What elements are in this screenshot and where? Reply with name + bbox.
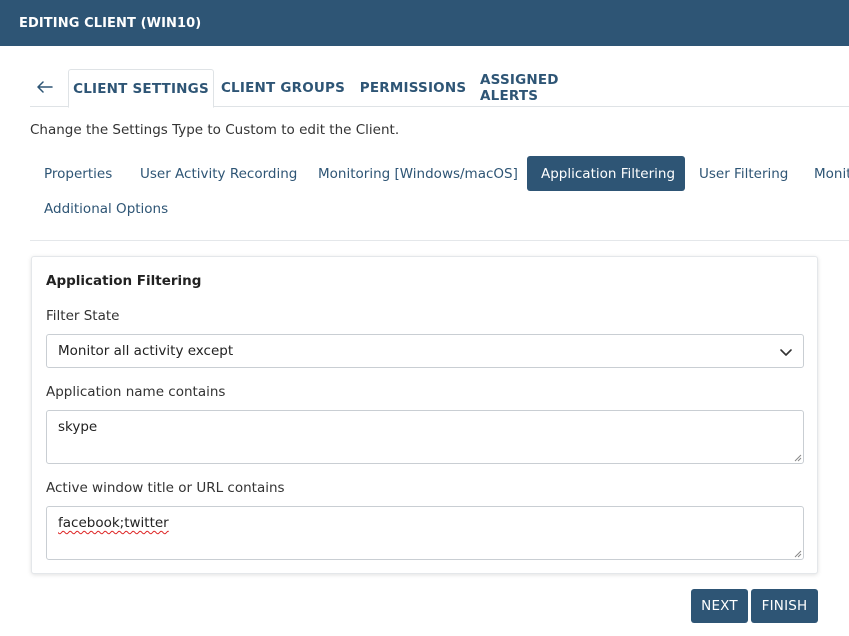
window-title-value: facebook;twitter [58,515,169,531]
application-filtering-card: Application Filtering Filter State Monit… [31,256,818,574]
card-title: Application Filtering [46,273,202,289]
finish-button[interactable]: FINISH [751,589,818,623]
subtab-application-filtering[interactable]: Application Filtering [527,156,685,191]
resize-grip-icon[interactable] [792,548,802,558]
resize-grip-icon[interactable] [792,452,802,462]
subtab-monitoring-truncated[interactable]: Monit [800,156,849,191]
filter-state-label: Filter State [46,308,120,324]
tab-permissions[interactable]: PERMISSIONS [355,69,471,107]
settings-hint: Change the Settings Type to Custom to ed… [30,122,400,138]
window-title: EDITING CLIENT (WIN10) [19,15,202,31]
next-button[interactable]: NEXT [691,589,748,623]
tab-assigned-alerts[interactable]: ASSIGNED ALERTS [480,69,620,107]
subtab-user-activity-recording[interactable]: User Activity Recording [126,156,311,191]
window-title-bar: EDITING CLIENT (WIN10) [0,0,849,46]
window-title-label: Active window title or URL contains [46,480,285,496]
subtab-monitoring[interactable]: Monitoring [Windows/macOS] [304,156,532,191]
tab-client-settings[interactable]: CLIENT SETTINGS [68,69,214,108]
arrow-left-icon [37,81,53,93]
filter-state-value: Monitor all activity except [58,343,234,359]
window-title-textarea[interactable]: facebook;twitter [46,506,804,560]
back-button[interactable] [30,73,60,101]
tab-client-groups[interactable]: CLIENT GROUPS [218,69,348,107]
app-name-value: skype [58,419,98,435]
subtab-user-filtering[interactable]: User Filtering [685,156,802,191]
subtab-additional-options[interactable]: Additional Options [30,191,182,226]
chevron-down-icon [780,349,792,356]
app-name-label: Application name contains [46,384,226,400]
section-divider [30,240,849,241]
main-tabs: CLIENT SETTINGS CLIENT GROUPS PERMISSION… [30,69,849,108]
app-name-textarea[interactable]: skype [46,410,804,464]
subtab-properties[interactable]: Properties [30,156,126,191]
filter-state-select[interactable]: Monitor all activity except [46,334,804,368]
